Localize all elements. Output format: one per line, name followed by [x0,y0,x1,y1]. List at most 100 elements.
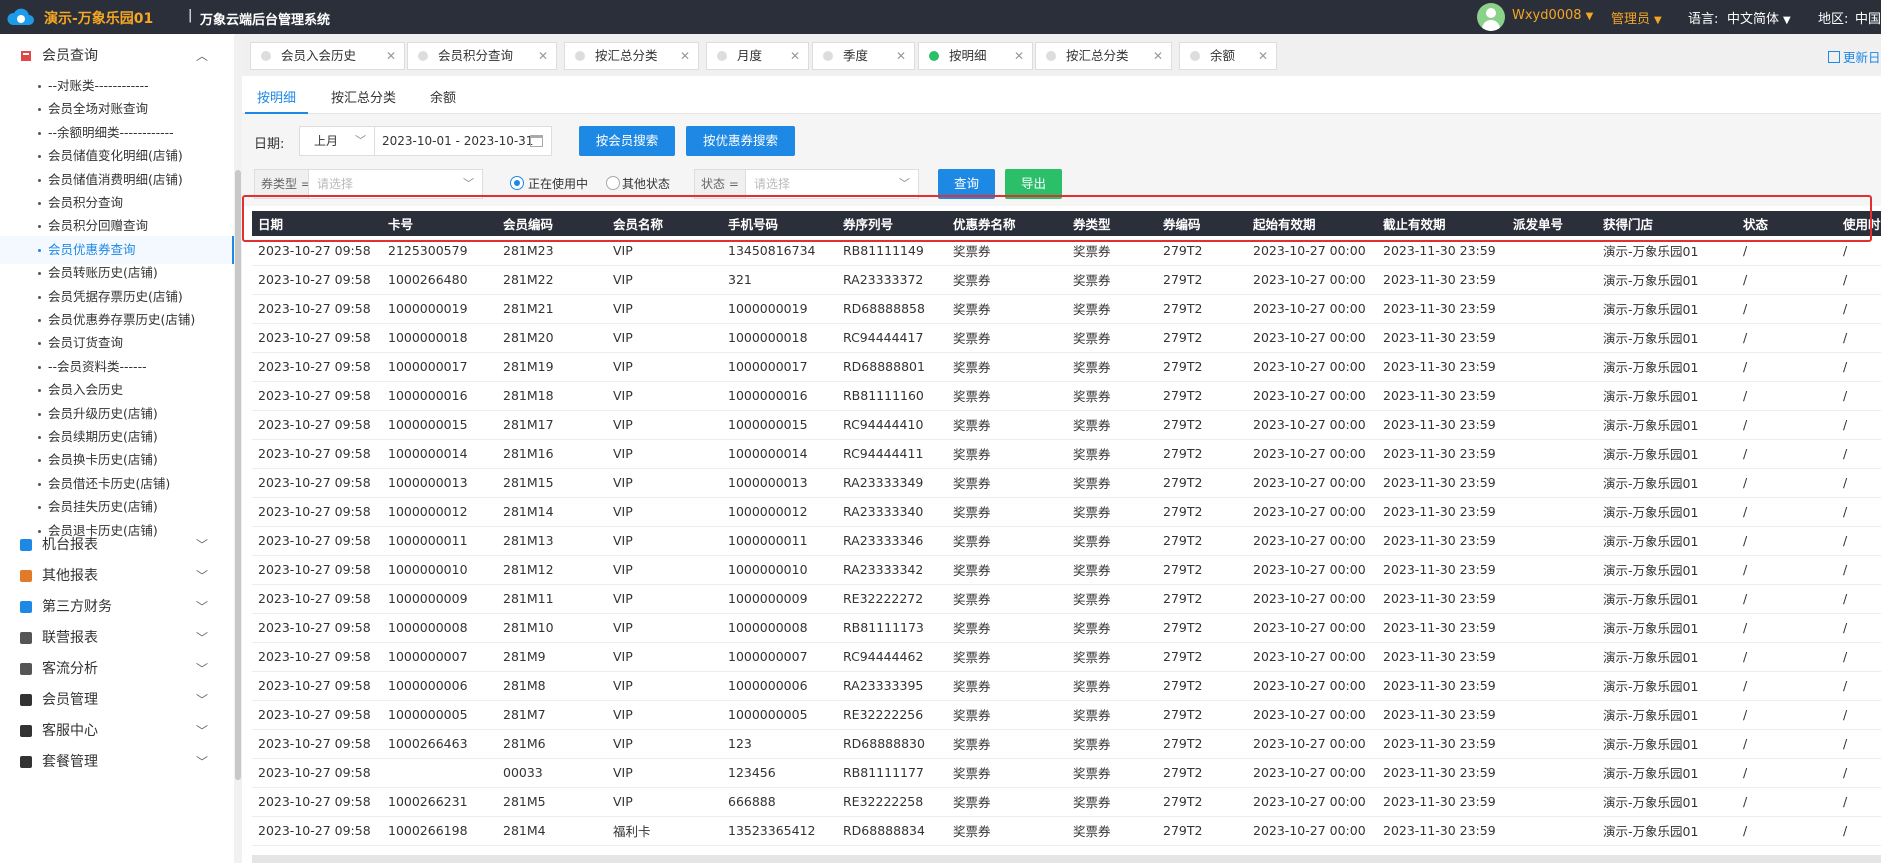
column-header[interactable]: 日期 [252,211,382,236]
avatar[interactable] [1477,3,1505,31]
table-cell: 2023-10-27 00:00 [1247,729,1377,759]
table-row[interactable]: 2023-10-27 09:58 1000000011 281M13 VIP 10000… [252,526,1881,556]
search-by-member-button[interactable]: 按会员搜索 [579,126,675,156]
column-header[interactable]: 卡号 [382,211,497,236]
table-cell: VIP [607,671,722,701]
export-button[interactable]: 导出 [1005,169,1062,199]
subtab-detail[interactable]: 按明细 [244,87,309,114]
refresh-link[interactable]: 更新日 [1828,47,1881,66]
table-horizontal-scrollbar[interactable] [252,855,1881,863]
query-button[interactable]: 查询 [938,169,995,199]
radio-other-status[interactable] [606,176,620,190]
table-row[interactable]: 2023-10-27 09:58 1000000007 281M9 VIP 100000… [252,642,1881,672]
column-header[interactable]: 券类型 [1067,211,1157,236]
table-row[interactable]: 2023-10-27 09:58 1000266231 281M5 VIP 666888… [252,787,1881,817]
sidebar-scrollbar-thumb[interactable] [235,170,241,780]
table-cell: 281M7 [497,700,607,730]
table-cell: 奖票券 [947,468,1067,498]
column-header[interactable]: 获得门店 [1597,211,1737,236]
column-header[interactable]: 起始有效期 [1247,211,1377,236]
table-row[interactable]: 2023-10-27 09:58 1000266198 281M4 福利卡 135233… [252,816,1881,846]
table-row[interactable]: 2023-10-27 09:58 00033 VIP 123456 RB81111177… [252,758,1881,788]
page-tab[interactable]: 会员积分查询 ✕ [407,42,557,70]
radio-in-use[interactable] [510,176,524,190]
page-tab[interactable]: 按汇总分类 ✕ [564,42,699,70]
subtab-summary[interactable]: 按汇总分类 [331,87,396,106]
sidebar-group[interactable]: 第三方财务 ﹀ [0,592,234,622]
column-header[interactable]: 优惠券名称 [947,211,1067,236]
page-tab[interactable]: 按汇总分类 ✕ [1035,42,1172,70]
table-cell: 281M5 [497,787,607,817]
column-header[interactable]: 券编码 [1157,211,1247,236]
close-icon[interactable]: ✕ [386,43,396,69]
table-row[interactable]: 2023-10-27 09:58 1000266463 281M6 VIP 123 RD6… [252,729,1881,759]
table-row[interactable]: 2023-10-27 09:58 1000000016 281M18 VIP 10000… [252,381,1881,411]
table-row[interactable]: 2023-10-27 09:58 1000000005 281M7 VIP 100000… [252,700,1881,730]
table-row[interactable]: 2023-10-27 09:58 1000266480 281M22 VIP 321 RA… [252,265,1881,295]
sidebar-group[interactable]: 会员管理 ﹀ [0,685,234,715]
table-cell: 2125300579 [382,236,497,266]
sidebar-group[interactable]: 客流分析 ﹀ [0,654,234,684]
table-row[interactable]: 2023-10-27 09:58 1000000014 281M16 VIP 10000… [252,439,1881,469]
close-icon[interactable]: ✕ [896,43,906,69]
table-cell: / [1837,352,1881,382]
close-icon[interactable]: ✕ [1014,43,1024,69]
page-tab[interactable]: 季度 ✕ [812,42,915,70]
table-row[interactable]: 2023-10-27 09:58 1000000008 281M10 VIP 10000… [252,613,1881,643]
table-cell: / [1837,642,1881,672]
period-select[interactable]: 上月 ﹀ [299,126,375,156]
role-menu[interactable]: 管理员 ▼ [1611,8,1662,27]
column-header[interactable]: 截止有效期 [1377,211,1507,236]
table-row[interactable]: 2023-10-27 09:58 1000000010 281M12 VIP 10000… [252,555,1881,585]
page-tab[interactable]: 会员入会历史 ✕ [250,42,405,70]
table-row[interactable]: 2023-10-27 09:58 1000000012 281M14 VIP 10000… [252,497,1881,527]
search-by-coupon-button[interactable]: 按优惠券搜索 [686,126,795,156]
sidebar-group[interactable]: 其他报表 ﹀ [0,561,234,591]
column-header[interactable]: 手机号码 [722,211,837,236]
table-row[interactable]: 2023-10-27 09:58 1000000019 281M21 VIP 10000… [252,294,1881,324]
sidebar-group[interactable]: 机台报表 ﹀ [0,530,234,560]
close-icon[interactable]: ✕ [790,43,800,69]
column-header[interactable]: 会员编码 [497,211,607,236]
language-select[interactable]: 中文简体 ▼ [1727,8,1791,27]
table-row[interactable]: 2023-10-27 09:58 1000000018 281M20 VIP 10000… [252,323,1881,353]
column-header[interactable]: 状态 [1737,211,1837,236]
table-cell [1507,381,1597,411]
table-cell: / [1837,700,1881,730]
table-row[interactable]: 2023-10-27 09:58 1000000006 281M8 VIP 100000… [252,671,1881,701]
sidebar-group[interactable]: 套餐管理 ﹀ [0,747,234,777]
date-range-input[interactable]: 2023-10-01 - 2023-10-31 [374,126,552,156]
page-tab[interactable]: 月度 ✕ [706,42,809,70]
sidebar-group[interactable]: 客服中心 ﹀ [0,716,234,746]
close-icon[interactable]: ✕ [538,43,548,69]
region-label: 地区: [1818,12,1849,27]
bullet-icon [38,389,41,393]
column-header[interactable]: 会员名称 [607,211,722,236]
status-select[interactable]: 请选择 ﹀ [745,169,919,199]
page-tab[interactable]: 余额 ✕ [1179,42,1277,70]
table-cell: 279T2 [1157,613,1247,643]
table-row[interactable]: 2023-10-27 09:58 1000000017 281M19 VIP 10000… [252,352,1881,382]
close-icon[interactable]: ✕ [680,43,690,69]
sidebar-group[interactable]: 联营报表 ﹀ [0,623,234,653]
table-cell: 奖票券 [1067,729,1157,759]
sidebar-group-member-query[interactable]: 会员查询 ︿ [0,41,234,71]
table-row[interactable]: 2023-10-27 09:58 1000000009 281M11 VIP 10000… [252,584,1881,614]
close-icon[interactable]: ✕ [1153,43,1163,69]
table-row[interactable]: 2023-10-27 09:58 1000000013 281M15 VIP 10000… [252,468,1881,498]
column-header[interactable]: 派发单号 [1507,211,1597,236]
table-cell [1507,352,1597,382]
coupon-type-select[interactable]: 请选择 ﹀ [308,169,483,199]
table-cell: 1000266198 [382,816,497,846]
table-row[interactable]: 2023-10-27 09:58 2125300579 281M23 VIP 13450… [252,236,1881,266]
page-tab[interactable]: 按明细 ✕ [918,42,1033,70]
column-header[interactable]: 使用时 [1837,211,1881,236]
user-menu[interactable]: Wxyd0008 ▼ [1512,8,1593,23]
subtab-balance[interactable]: 余额 [430,87,456,106]
table-row[interactable]: 2023-10-27 09:58 1000000015 281M17 VIP 10000… [252,410,1881,440]
close-icon[interactable]: ✕ [1258,43,1268,69]
table-cell: 奖票券 [1067,236,1157,266]
region-select[interactable]: 中国 [1855,8,1881,27]
table-cell: 1000000013 [382,468,497,498]
column-header[interactable]: 券序列号 [837,211,947,236]
